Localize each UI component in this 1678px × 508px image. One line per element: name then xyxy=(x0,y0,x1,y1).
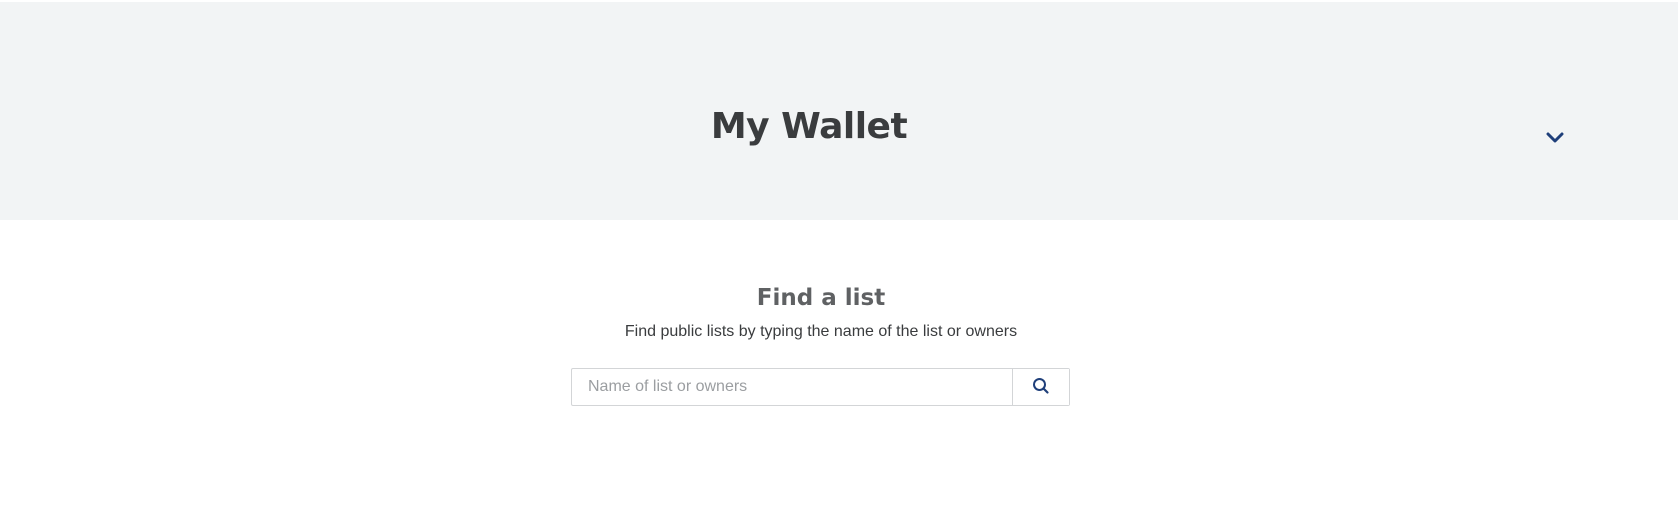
wallet-toggle-button[interactable] xyxy=(1540,120,1570,150)
search-button[interactable] xyxy=(1012,369,1069,405)
page-title: My Wallet xyxy=(710,106,908,147)
wallet-header: My Wallet xyxy=(0,2,1678,220)
page: My Wallet Find a list Find public lists … xyxy=(0,0,1678,508)
find-list-subtitle: Find public lists by typing the name of … xyxy=(624,323,1018,340)
chevron-down-icon xyxy=(1540,132,1570,144)
find-list-title: Find a list xyxy=(756,285,886,311)
search-icon xyxy=(1032,377,1050,398)
search-input[interactable] xyxy=(572,369,1012,405)
search-box xyxy=(571,368,1070,406)
